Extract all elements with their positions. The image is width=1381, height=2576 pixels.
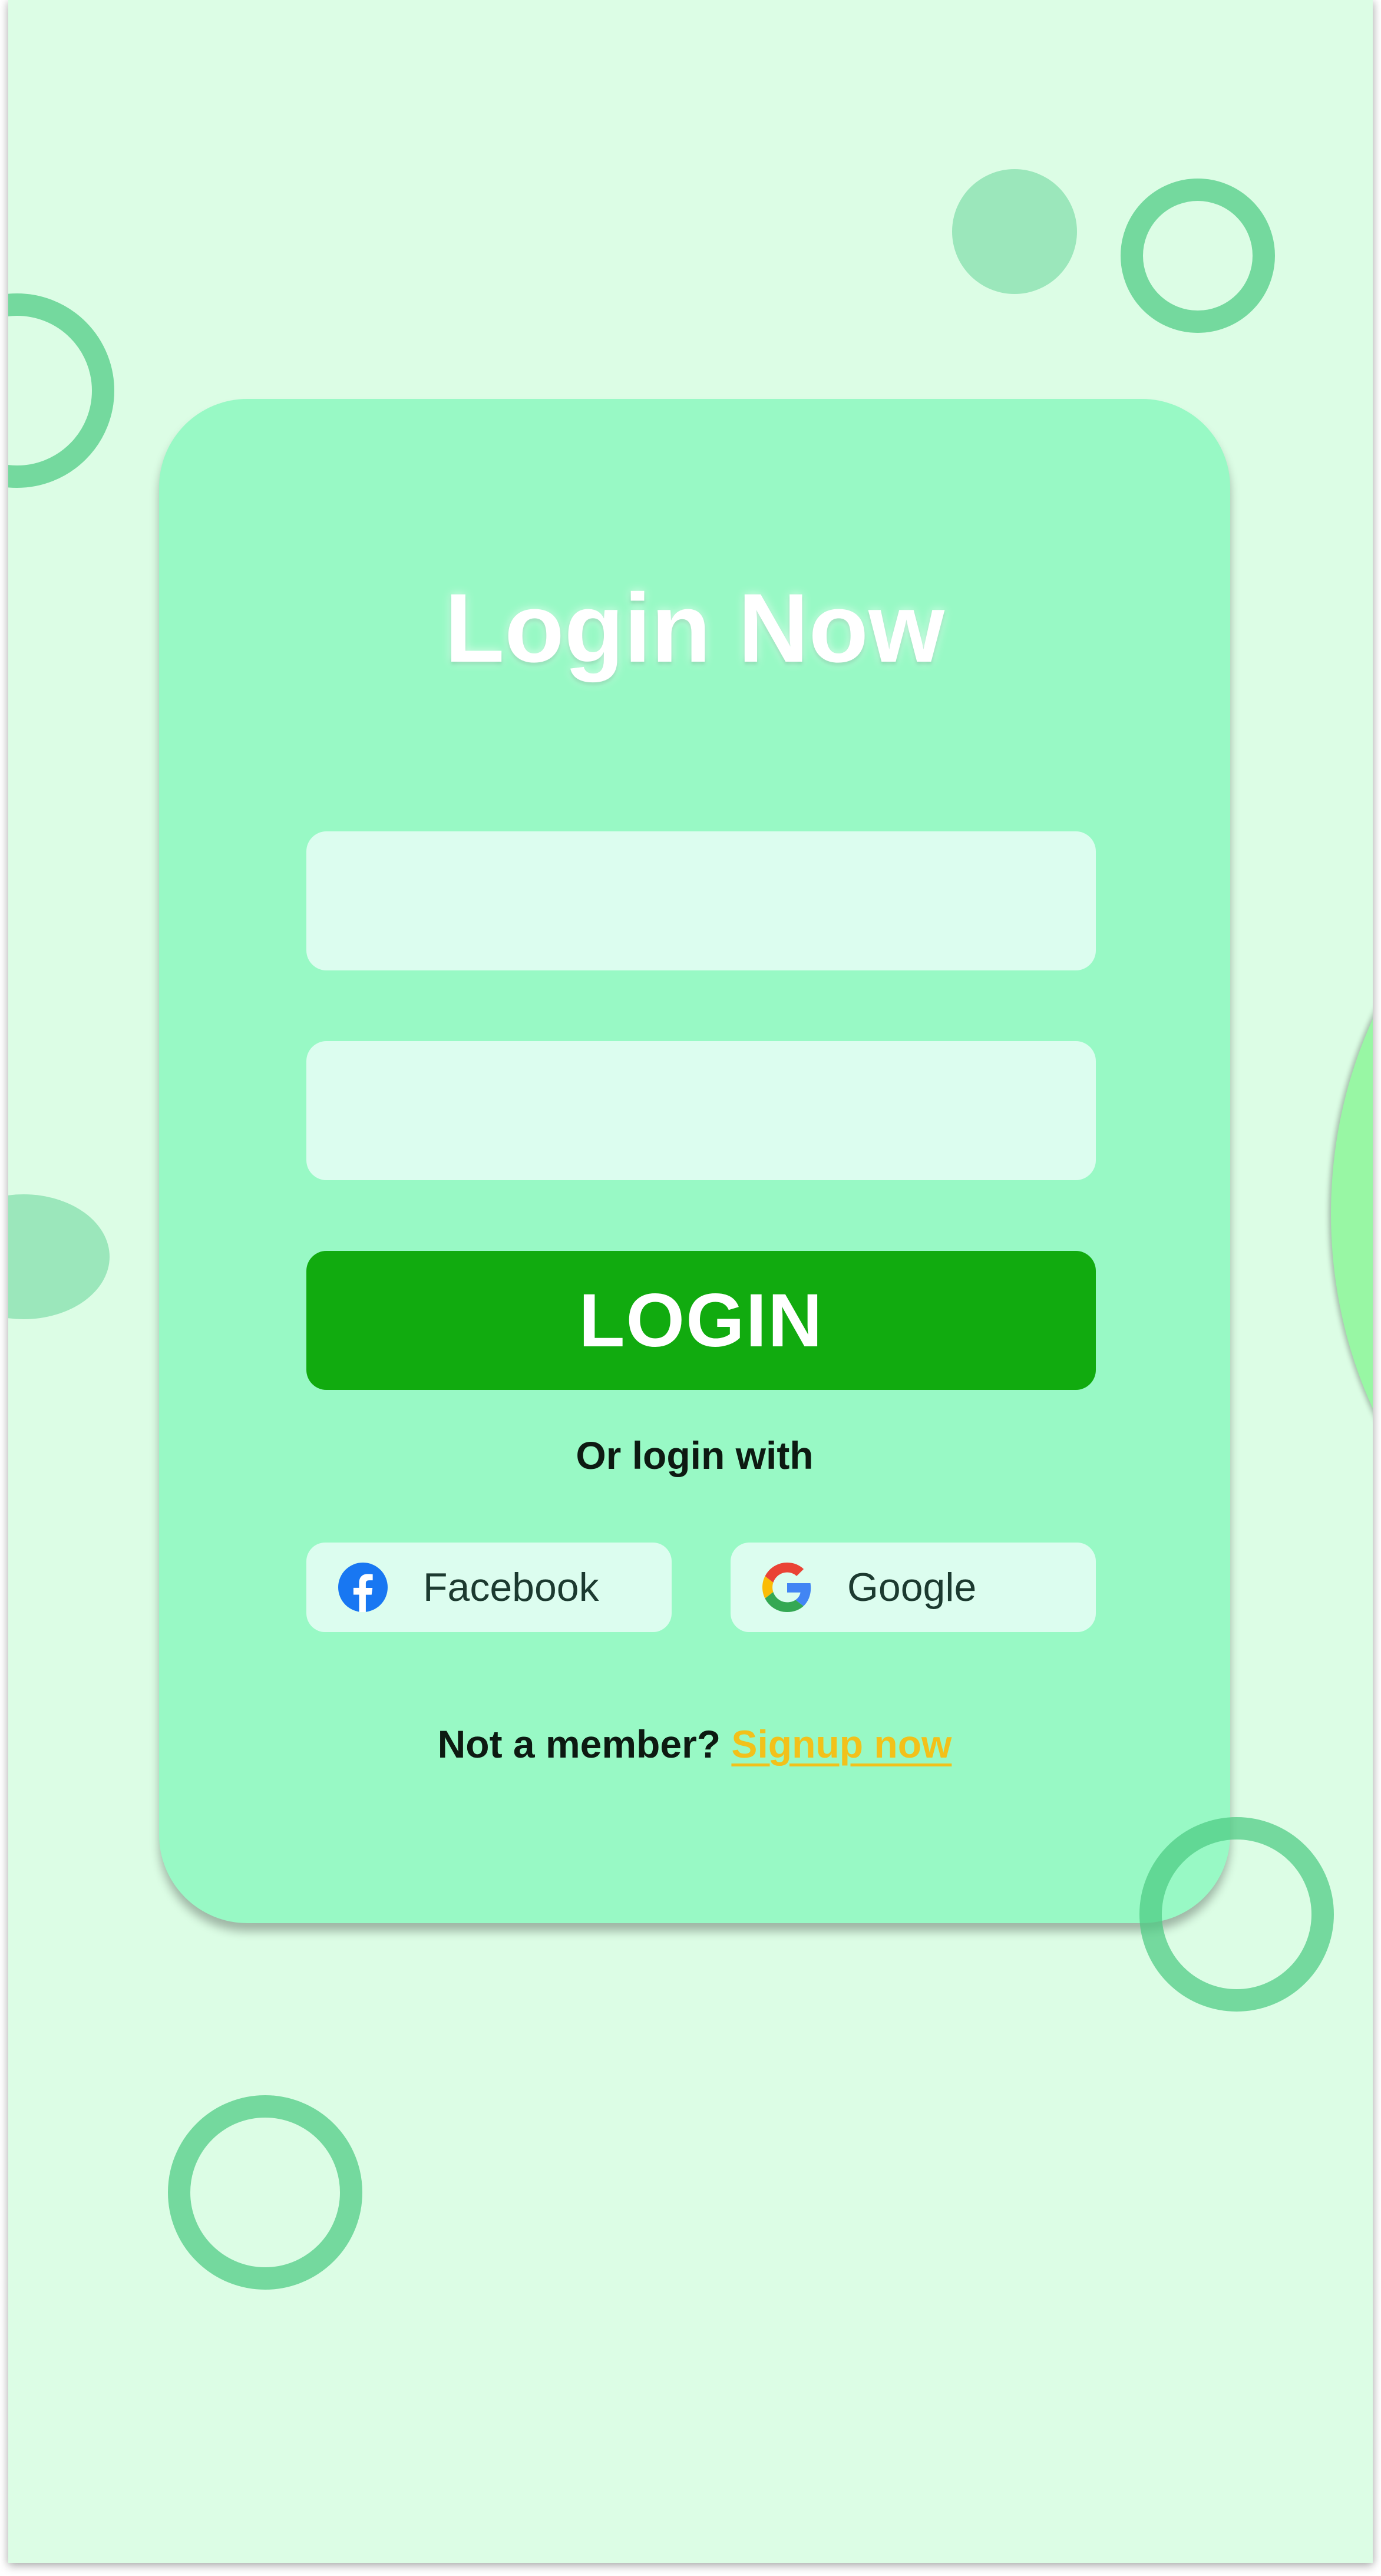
- decor-dot-top: [952, 169, 1077, 294]
- page-title: Login Now: [444, 574, 945, 683]
- decor-blob-right: [1331, 801, 1373, 1626]
- decor-ring-top-right: [1121, 179, 1275, 333]
- signup-link[interactable]: Signup now: [731, 1722, 951, 1766]
- username-field[interactable]: [306, 831, 1096, 970]
- signup-prompt: Not a member? Signup now: [159, 1722, 1230, 1766]
- facebook-label: Facebook: [423, 1565, 599, 1610]
- decor-dot-left: [8, 1194, 110, 1319]
- decor-ring-bottom-left: [168, 2095, 362, 2290]
- password-field[interactable]: [306, 1041, 1096, 1180]
- facebook-icon: [338, 1563, 388, 1612]
- google-label: Google: [847, 1565, 977, 1610]
- login-button[interactable]: LOGIN: [306, 1251, 1096, 1390]
- facebook-login-button[interactable]: Facebook: [306, 1543, 672, 1632]
- decor-ring-left: [8, 293, 114, 488]
- signup-prompt-text: Not a member?: [437, 1722, 721, 1766]
- google-login-button[interactable]: Google: [731, 1543, 1096, 1632]
- google-icon: [762, 1563, 811, 1612]
- login-card: Login Now LOGIN Or login with Facebook G…: [159, 399, 1230, 1923]
- decor-ring-card-corner: [1139, 1817, 1334, 2012]
- alt-login-label: Or login with: [576, 1434, 814, 1477]
- login-screen: Login Now LOGIN Or login with Facebook G…: [8, 0, 1373, 2563]
